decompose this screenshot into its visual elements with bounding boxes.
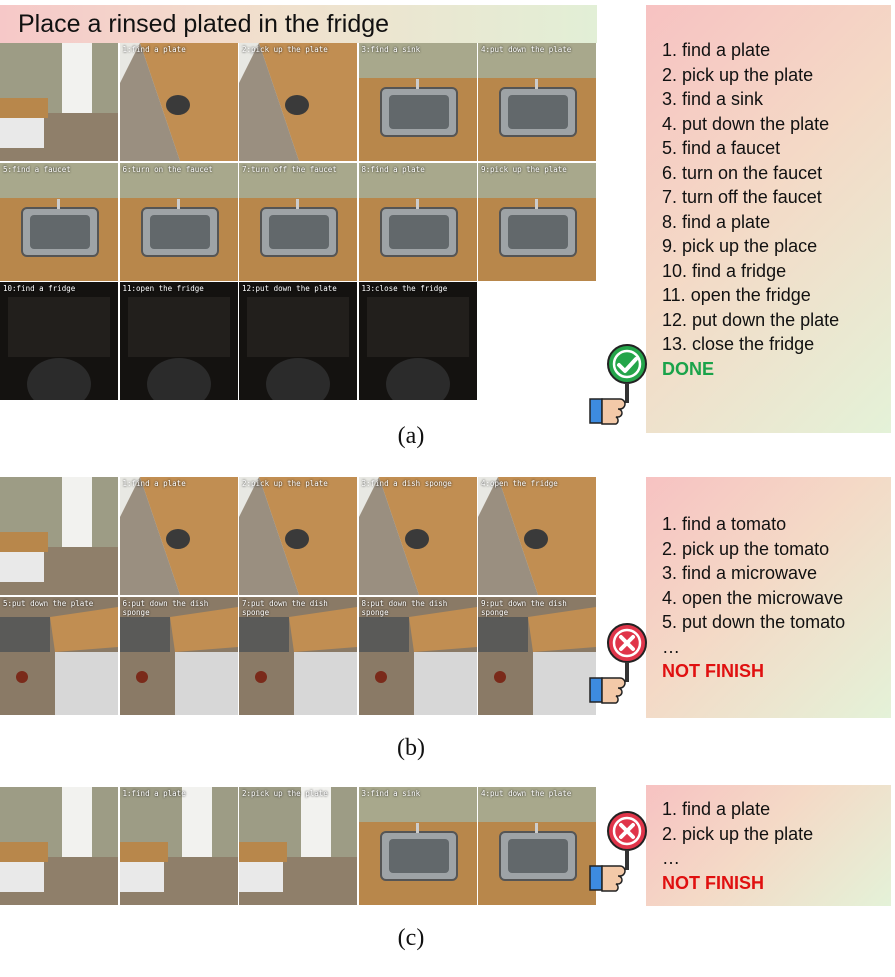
plan-step: … [662, 636, 680, 657]
frame-label: 1:find a plate [122, 45, 186, 54]
frame-label: 9:put down the dish sponge [481, 598, 567, 617]
frame-label: 1:find a plate [122, 789, 186, 798]
plan-step: 8. find a plate [662, 211, 771, 232]
frame-label: 4:put down the plate [481, 45, 572, 54]
plan-step: 5. find a faucet [662, 138, 781, 158]
plan-step: 1. find a tomato [662, 514, 787, 534]
plan-step: 2. pick up the plate [662, 823, 814, 844]
frame-9: 9:pick up the plate [478, 162, 596, 281]
frame-label: 2:pick up the plate [242, 45, 328, 54]
frame-grid-c: 1:find a plate 2:pick up the plate 3:find … [0, 787, 597, 906]
frame-label: 6:put down the dish sponge [122, 598, 209, 617]
frame-3: 3:find a sink [358, 787, 477, 905]
plan-step: 4. put down the plate [662, 113, 830, 134]
frame-3: 3:find a dish sponge [358, 477, 477, 595]
frame-label: 3:find a sink [361, 789, 421, 798]
status-label: DONE [662, 358, 715, 379]
frame-label: 4:put down the plate [481, 789, 572, 798]
frame-label: 4:open the fridge [481, 479, 558, 488]
frame-label: 11:open the fridge [122, 284, 204, 293]
frame-label: 3:find a dish sponge [361, 479, 452, 488]
frame-label: 7:put down the dish sponge [242, 598, 328, 617]
frame-label: 1:find a plate [122, 479, 186, 488]
plan-step: 13. close the fridge [662, 334, 815, 354]
frame-6: 6:turn on the faucet [119, 162, 238, 281]
status-label: NOT FINISH [662, 872, 764, 893]
frame-12: 12:put down the plate [239, 282, 357, 400]
frame-label: 5:put down the plate [3, 598, 94, 608]
frame-label: 5:find a faucet [3, 164, 71, 174]
frame-7: 7:turn off the faucet [239, 162, 357, 281]
plan-step: 2. pick up the tomato [662, 538, 830, 559]
plan-step: 4. open the microwave [662, 587, 844, 608]
frame-label: 2:pick up the plate [242, 789, 328, 798]
cross-icon [588, 808, 648, 903]
frame-4: 4:open the fridge [478, 477, 596, 595]
frame-6: 6:put down the dish sponge [119, 596, 238, 715]
caption-c: (c) [397, 925, 425, 951]
frame-label: 9:pick up the plate [481, 164, 567, 174]
plan-step: 3. find a sink [662, 89, 764, 109]
plan-step: 5. put down the tomato [662, 612, 846, 632]
plan-step: 7. turn off the faucet [662, 187, 822, 207]
plan-step: 10. find a fridge [662, 260, 787, 281]
frame-11: 11:open the fridge [119, 282, 238, 400]
frame-0 [0, 787, 118, 905]
frame-0 [0, 477, 118, 595]
frame-13: 13:close the fridge [358, 282, 477, 400]
plan-step: … [662, 848, 680, 868]
plan-step: 2. pick up the plate [662, 64, 814, 85]
frame-label: 10:find a fridge [3, 284, 76, 293]
frame-9: 9:put down the dish sponge [478, 596, 596, 715]
plan-step: 9. pick up the place [662, 236, 818, 256]
cross-icon [588, 620, 648, 715]
plan-step: 6. turn on the faucet [662, 162, 823, 183]
frame-label: 13:close the fridge [361, 284, 448, 293]
frame-label: 7:turn off the faucet [242, 164, 337, 174]
frame-grid-a: 1:find a plate 2:pick up the plate 3:find … [0, 43, 597, 400]
frame-8: 8:put down the dish sponge [358, 596, 477, 715]
frame-4: 4:put down the plate [478, 43, 596, 161]
status-label: NOT FINISH [662, 661, 764, 681]
task-title: Place a rinsed plated in the fridge [0, 5, 597, 43]
frame-1: 1:find a plate [119, 43, 238, 161]
frame-10: 10:find a fridge [0, 282, 118, 400]
plan-panel-a: 1. find a plate 2. pick up the plate 3. fi… [646, 5, 891, 433]
caption-b: (b) [397, 735, 425, 761]
frame-label: 12:put down the plate [242, 284, 337, 293]
frame-label: 2:pick up the plate [242, 479, 328, 488]
plan-step: 3. find a microwave [662, 563, 818, 583]
frame-label: 3:find a sink [361, 45, 421, 54]
frame-2: 2:pick up the plate [239, 43, 357, 161]
frame-1: 1:find a plate [119, 477, 238, 595]
plan-step: 11. open the fridge [662, 285, 811, 305]
check-icon [588, 341, 648, 436]
caption-a: (a) [397, 423, 425, 449]
frame-8: 8:find a plate [358, 162, 477, 281]
frame-label: 8:put down the dish sponge [361, 598, 448, 617]
frame-label: 8:find a plate [361, 164, 425, 174]
frame-2: 2:pick up the plate [239, 477, 357, 595]
frame-1: 1:find a plate [119, 787, 238, 905]
plan-panel-c: 1. find a plate 2. pick up the plate … NOT … [646, 785, 891, 906]
frame-2: 2:pick up the plate [239, 787, 357, 905]
plan-step: 1. find a plate [662, 799, 771, 819]
frame-7: 7:put down the dish sponge [239, 596, 357, 715]
frame-5: 5:put down the plate [0, 596, 118, 715]
plan-step: 12. put down the plate [662, 309, 840, 330]
frame-label: 6:turn on the faucet [122, 164, 213, 174]
frame-3: 3:find a sink [358, 43, 477, 161]
plan-step: 1. find a plate [662, 40, 771, 60]
frame-0 [0, 43, 118, 161]
plan-panel-b: 1. find a tomato 2. pick up the tomato 3. … [646, 477, 891, 718]
frame-grid-b: 1:find a plate 2:pick up the plate 3:find … [0, 477, 597, 715]
frame-5: 5:find a faucet [0, 162, 118, 281]
frame-4: 4:put down the plate [478, 787, 596, 905]
